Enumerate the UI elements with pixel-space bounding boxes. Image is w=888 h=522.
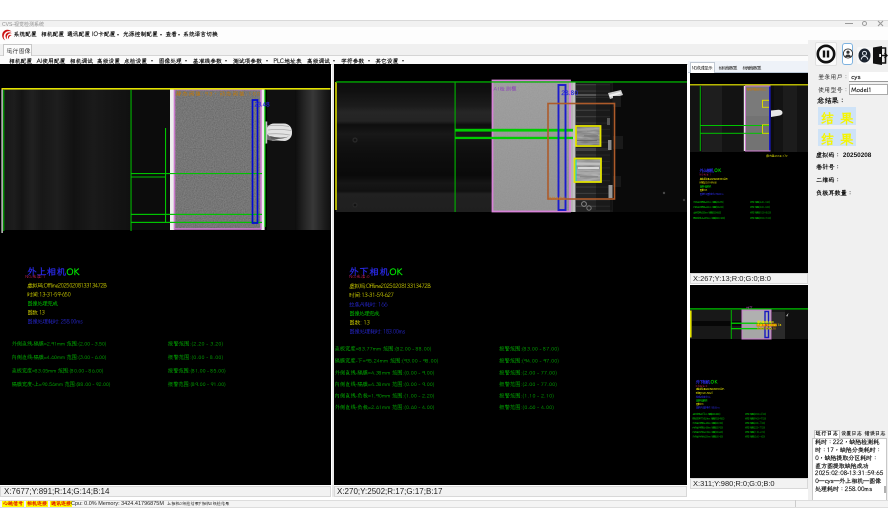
svg-text:时间:13-31-59-627: 时间:13-31-59-627 xyxy=(349,291,395,299)
svg-text:报警范围:(83.00 - 87.00): 报警范围:(83.00 - 87.00) xyxy=(744,412,766,416)
svg-text:直板宽度=83.77mm 范围:(82.00 - 88.00: 直板宽度=83.77mm 范围:(82.00 - 88.00) xyxy=(692,412,720,416)
svg-text:外侧直线-隔膜=2.91mm 范围:(2.00 - 3.50: 外侧直线-隔膜=2.91mm 范围:(2.00 - 3.50) xyxy=(12,339,107,347)
svg-text:隔膜宽度-下=95.24mm 范围:(93.00 - 98.: 隔膜宽度-下=95.24mm 范围:(93.00 - 98.00) xyxy=(335,356,439,364)
svg-text:数据画面配置: 数据画面配置 xyxy=(743,66,763,72)
svg-text:隔膜宽度-上=90.56mm 范围:(88.00 - 92.: 隔膜宽度-上=90.56mm 范围:(88.00 - 92.00) xyxy=(693,216,725,220)
svg-text:OK: OK xyxy=(389,265,404,278)
svg-text:虚拟码:Offline2025020813313472B: 虚拟码:Offline2025020813313472B xyxy=(349,282,431,290)
svg-text:报警范围:(81.00 - 85.00): 报警范围:(81.00 - 85.00) xyxy=(749,211,771,215)
svg-text:直板宽度=83.77mm 范围:(82.00 - 88.00: 直板宽度=83.77mm 范围:(82.00 - 88.00) xyxy=(335,345,432,353)
svg-text:报警范围:(81.00 - 85.00): 报警范围:(81.00 - 85.00) xyxy=(168,366,226,374)
svg-text:外下: 外下 xyxy=(746,305,753,310)
svg-text:报警范围:(89.00 - 91.00): 报警范围:(89.00 - 91.00) xyxy=(749,216,771,220)
svg-text:图像处理耗时: 258.00ms: 图像处理耗时: 258.00ms xyxy=(700,192,724,196)
svg-text:内侧直线-隔膜=4.38mm 范围:(0.00 - 9.00: 内侧直线-隔膜=4.38mm 范围:(0.00 - 9.00) xyxy=(335,380,435,388)
svg-text:隔膜宽度-下=95.24mm 范围:(93.00 - 98.: 隔膜宽度-下=95.24mm 范围:(93.00 - 98.00) xyxy=(692,416,724,420)
svg-text:OK: OK xyxy=(715,168,722,174)
svg-text:内侧直线-隔膜=4.60mm 范围:(3.00 - 6.00: 内侧直线-隔膜=4.60mm 范围:(3.00 - 6.00) xyxy=(693,205,724,209)
svg-text:OK: OK xyxy=(711,379,718,385)
svg-text:静态阈值:93，动态阈值:100: 静态阈值:93，动态阈值:100 xyxy=(176,89,260,97)
svg-text:外侧直线-负极=2.61mm 范围:(0.60 - 4.00: 外侧直线-负极=2.61mm 范围:(0.60 - 4.00) xyxy=(335,403,435,411)
svg-text:报警范围:(2.20 - 3.20): 报警范围:(2.20 - 3.20) xyxy=(749,200,770,204)
svg-text:外侧直线-隔膜=4.38mm 范围:(0.00 - 9.00: 外侧直线-隔膜=4.38mm 范围:(0.00 - 9.00) xyxy=(335,369,435,377)
svg-text:报警范围:(0.00 - 8.00): 报警范围:(0.00 - 8.00) xyxy=(168,353,224,361)
svg-text:内侧直线-负极=1.90mm 范围:(1.00 - 2.20: 内侧直线-负极=1.90mm 范围:(1.00 - 2.20) xyxy=(335,392,435,400)
svg-text:报警范围:(0.60 - 4.00): 报警范围:(0.60 - 4.00) xyxy=(744,434,765,438)
svg-text:内侧直线-隔膜=4.38mm 范围:(0.00 - 9.00: 内侧直线-隔膜=4.38mm 范围:(0.00 - 9.00) xyxy=(692,425,723,429)
svg-text:报警范围:(83.00 - 87.00): 报警范围:(83.00 - 87.00) xyxy=(499,345,559,353)
svg-text:NG光洁:1: NG光洁:1 xyxy=(25,274,46,280)
svg-text:内侧直线-隔膜=4.60mm 范围:(3.00 - 6.00: 内侧直线-隔膜=4.60mm 范围:(3.00 - 6.00) xyxy=(12,353,107,361)
svg-text:时间:13-31-59-650: 时间:13-31-59-650 xyxy=(27,290,71,298)
svg-text:报警范围:(2.00 - 77.00): 报警范围:(2.00 - 77.00) xyxy=(499,369,557,377)
svg-text:28.80: 28.80 xyxy=(561,88,578,97)
svg-text:报警范围:(0.00 - 8.00): 报警范围:(0.00 - 8.00) xyxy=(749,205,770,209)
svg-text:图像处理完成: 图像处理完成 xyxy=(27,299,58,307)
svg-text:虚拟码:Offline2025020813313472B: 虚拟码:Offline2025020813313472B xyxy=(27,281,107,289)
svg-text:拉焦AI耗时: 166: 拉焦AI耗时: 166 xyxy=(349,300,388,308)
svg-text:报警范围:(2.20 - 3.20): 报警范围:(2.20 - 3.20) xyxy=(168,339,224,347)
svg-text:最大值:45 Min:1 79: 最大值:45 Min:1 79 xyxy=(766,154,788,158)
svg-text:隔膜宽度-上=90.56mm 范围:(88.00 - 92.: 隔膜宽度-上=90.56mm 范围:(88.00 - 92.00) xyxy=(12,380,111,388)
svg-text:AI检测框: AI检测框 xyxy=(494,84,517,92)
svg-text:报警范围:(2.00 - 77.00): 报警范围:(2.00 - 77.00) xyxy=(499,380,557,388)
svg-text:报警范围:(1.10 - 2.10): 报警范围:(1.10 - 2.10) xyxy=(499,392,554,400)
svg-text:报警范围:(0.60 - 4.00): 报警范围:(0.60 - 4.00) xyxy=(499,403,554,411)
svg-text:负极耳检测: 负极耳检测 xyxy=(548,196,566,202)
svg-text:图数: 13: 图数: 13 xyxy=(349,318,370,326)
svg-text:直板宽度=83.05mm 范围:(80.00 - 86.00: 直板宽度=83.05mm 范围:(80.00 - 86.00) xyxy=(12,366,104,374)
svg-text:图像处理耗时: 183.00ms: 图像处理耗时: 183.00ms xyxy=(349,328,406,336)
svg-text:NG成像显示: NG成像显示 xyxy=(692,66,713,72)
svg-text:图像处理完成: 图像处理完成 xyxy=(349,309,380,317)
svg-text:静态阈值:93 动态:100: 静态阈值:93 动态:100 xyxy=(746,87,767,92)
svg-text:图像处理耗时: 258.00ms: 图像处理耗时: 258.00ms xyxy=(27,317,83,325)
svg-text:负极耳宽度 5.10: 负极耳宽度 5.10 xyxy=(756,325,776,330)
svg-text:NG光洁:0: NG光洁:0 xyxy=(349,274,370,280)
svg-text:报警范围:(2.00 - 77.00): 报警范围:(2.00 - 77.00) xyxy=(744,425,765,429)
svg-text:报警范围:(94.00 - 97.00): 报警范围:(94.00 - 97.00) xyxy=(744,416,766,420)
svg-text:报警范围:(94.00 - 97.00): 报警范围:(94.00 - 97.00) xyxy=(499,356,559,364)
svg-text:外侧直线-隔膜=2.91mm 范围:(2.00 - 3.50: 外侧直线-隔膜=2.91mm 范围:(2.00 - 3.50) xyxy=(692,200,724,204)
svg-text:图数: 13: 图数: 13 xyxy=(27,308,45,316)
svg-text:图像处理耗时: 183.00ms: 图像处理耗时: 183.00ms xyxy=(696,405,720,409)
svg-text:外侧直线-负极=2.61mm 范围:(0.60 - 4.00: 外侧直线-负极=2.61mm 范围:(0.60 - 4.00) xyxy=(691,434,723,438)
svg-text:相机画面配置: 相机画面配置 xyxy=(719,66,739,72)
svg-text:OK: OK xyxy=(66,265,81,278)
svg-text:直板宽度=83.05mm 范围:(80.00 - 86.00: 直板宽度=83.05mm 范围:(80.00 - 86.00) xyxy=(693,211,721,215)
svg-text:报警范围:(89.00 - 91.00): 报警范围:(89.00 - 91.00) xyxy=(168,380,226,388)
svg-text:23.48: 23.48 xyxy=(254,101,270,109)
